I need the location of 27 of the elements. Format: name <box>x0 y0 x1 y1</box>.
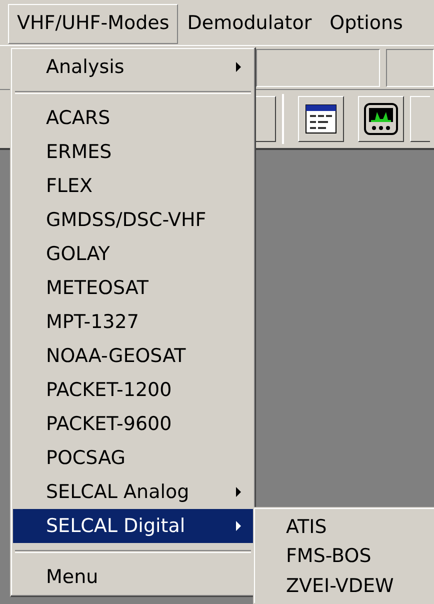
menu-item[interactable]: GOLAY <box>13 237 253 271</box>
toolbar-button[interactable] <box>298 96 344 142</box>
menu-item[interactable]: Menu <box>13 560 253 594</box>
status-field <box>386 48 434 86</box>
menu-item[interactable]: ZVEI-VDEW <box>256 571 432 602</box>
menu-item[interactable]: FLEX <box>13 169 253 203</box>
menu-bar-item[interactable]: VHF/UHF-Modes <box>8 4 178 44</box>
menu-item[interactable]: FMS-BOS <box>256 542 432 572</box>
menu-item[interactable]: NOAA-GEOSAT <box>13 339 253 373</box>
menu-item[interactable]: PACKET-9600 <box>13 407 253 441</box>
menu-item[interactable]: SELCAL Digital <box>13 509 253 543</box>
menu-item[interactable]: SELCAL Analog <box>13 475 253 509</box>
menu-bar-item[interactable]: Options <box>320 4 412 44</box>
menu-item[interactable]: MPT-1327 <box>13 305 253 339</box>
table-window-icon <box>305 104 337 134</box>
menu-item[interactable]: ATIS <box>256 512 432 542</box>
menu-item[interactable]: ERMES <box>13 135 253 169</box>
menu-item[interactable]: ACARS <box>13 101 253 135</box>
menu-bar-item[interactable]: Demodulator <box>178 4 321 44</box>
menu-item[interactable]: METEOSAT <box>13 271 253 305</box>
menu-item[interactable]: Analysis <box>13 50 253 84</box>
menu-item[interactable]: GMDSS/DSC-VHF <box>13 203 253 237</box>
menu-item[interactable]: PACKET-1200 <box>13 373 253 407</box>
toolbar-button[interactable] <box>358 96 404 142</box>
toolbar-button[interactable] <box>410 96 430 142</box>
menu-item[interactable]: POCSAG <box>13 441 253 475</box>
monitor-icon <box>364 103 398 135</box>
